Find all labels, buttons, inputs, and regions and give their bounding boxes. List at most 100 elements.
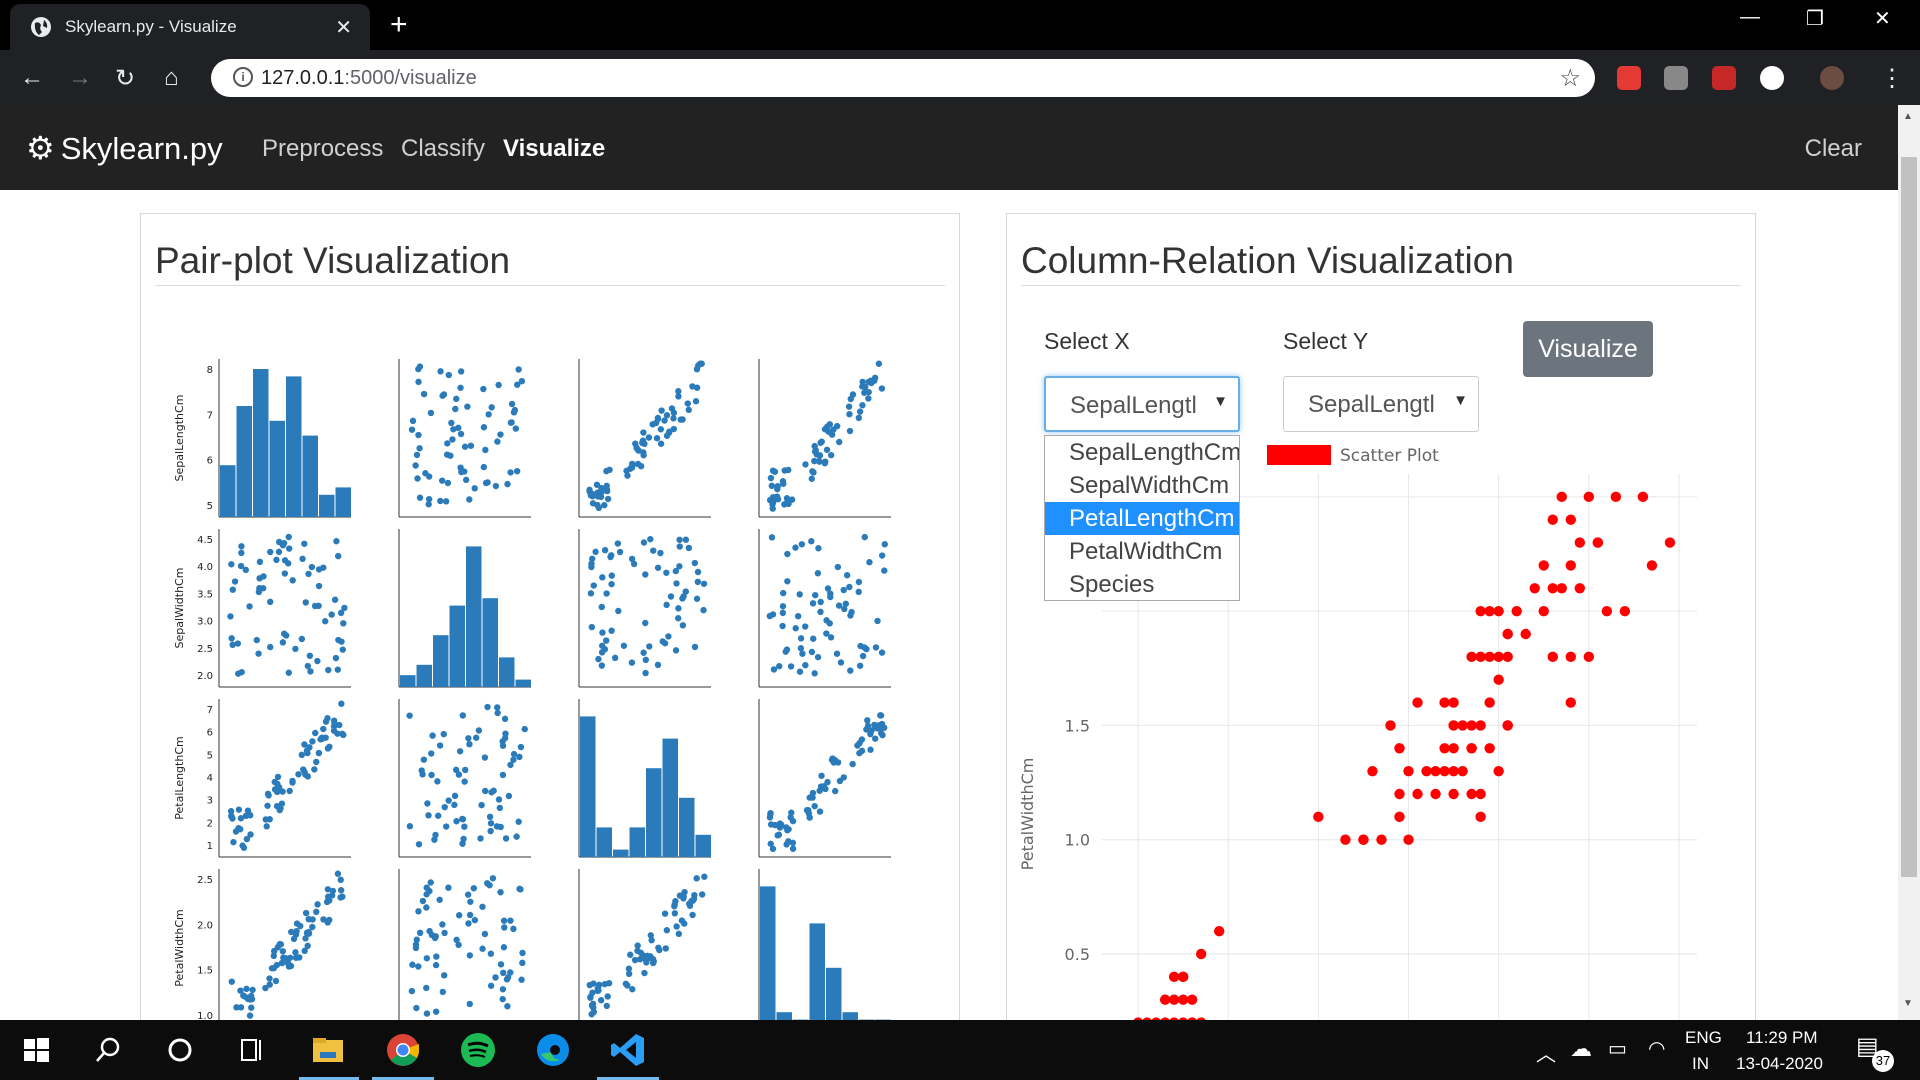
pairplot-hist-bar xyxy=(826,967,842,1027)
info-icon[interactable]: i xyxy=(233,67,253,87)
pairplot-point xyxy=(855,414,863,422)
back-icon[interactable]: ← xyxy=(20,64,44,92)
pairplot-hist-bar xyxy=(269,420,285,517)
pairplot-point xyxy=(814,570,822,577)
nav-classify[interactable]: Classify xyxy=(401,135,485,163)
tab-close-icon[interactable]: ✕ xyxy=(335,15,352,40)
select-x-dropdown[interactable]: SepalLengthCm SepalWidthCm PetalLengthCm… xyxy=(1044,435,1240,601)
pairplot-hist-bar xyxy=(646,768,662,857)
pairplot-point xyxy=(774,482,781,490)
pairplot-point xyxy=(423,984,430,992)
address-bar[interactable]: i 127.0.0.1:5000/visualize ☆ xyxy=(211,59,1595,97)
pairplot-point xyxy=(879,731,886,739)
brand[interactable]: ⚙ Skylearn.py xyxy=(26,129,223,167)
visualize-button[interactable]: Visualize xyxy=(1523,321,1653,377)
home-icon[interactable]: ⌂ xyxy=(164,64,179,92)
pairplot-point xyxy=(426,887,433,895)
option-sepalwidthcm[interactable]: SepalWidthCm xyxy=(1045,469,1239,502)
pairplot-point xyxy=(311,766,318,773)
tray-chevron-icon[interactable]: ︿ xyxy=(1536,1038,1556,1067)
reload-icon[interactable]: ↻ xyxy=(115,64,135,93)
forward-icon[interactable]: → xyxy=(68,64,92,92)
extension-pocket-icon[interactable] xyxy=(1712,66,1736,90)
menu-dots-icon[interactable]: ⋮ xyxy=(1880,64,1904,93)
scrollbar-thumb[interactable] xyxy=(1901,157,1917,877)
minimize-icon[interactable]: — xyxy=(1740,6,1760,29)
option-petallengthcm[interactable]: PetalLengthCm xyxy=(1045,502,1239,535)
pairplot-point xyxy=(453,936,460,944)
window-close-icon[interactable]: ✕ xyxy=(1874,6,1891,31)
option-species[interactable]: Species xyxy=(1045,568,1239,600)
pairplot-hist-bar xyxy=(236,406,252,517)
pairplot-tick-label: 7 xyxy=(207,410,213,421)
pairplot-point xyxy=(487,950,495,957)
battery-icon[interactable]: ▭ xyxy=(1608,1036,1627,1061)
cortana-icon[interactable] xyxy=(160,1030,200,1070)
pairplot-point xyxy=(497,889,504,896)
select-x[interactable]: SepalLengtl ▼ xyxy=(1044,376,1240,432)
pairplot-point xyxy=(475,727,483,734)
pairplot-point xyxy=(413,451,421,459)
onedrive-icon[interactable]: ☁ xyxy=(1570,1036,1592,1062)
pairplot-tick-label: 4 xyxy=(207,773,213,784)
pairplot-hist-bar xyxy=(760,886,776,1027)
select-y[interactable]: SepalLengtl ▼ xyxy=(1283,376,1479,432)
language-region[interactable]: IN xyxy=(1692,1054,1709,1074)
pairplot-point xyxy=(452,405,459,413)
extension-circle-icon[interactable] xyxy=(1760,66,1784,90)
wifi-icon[interactable]: ◠ xyxy=(1648,1036,1665,1061)
nav-visualize[interactable]: Visualize xyxy=(503,135,605,163)
pairplot-point xyxy=(671,910,679,917)
pairplot-hist-bar xyxy=(319,494,335,517)
pairplot-point xyxy=(462,766,469,774)
search-icon[interactable] xyxy=(88,1030,128,1070)
pairplot-point xyxy=(847,612,854,619)
scatter-legend-swatch xyxy=(1267,445,1331,465)
bookmark-star-icon[interactable]: ☆ xyxy=(1559,64,1581,93)
pairplot-point xyxy=(815,545,822,552)
profile-avatar[interactable] xyxy=(1820,66,1844,90)
pairplot-point xyxy=(499,771,507,779)
scroll-up-icon[interactable]: ▲ xyxy=(1903,111,1913,122)
vscode-icon[interactable] xyxy=(608,1030,648,1070)
pairplot-point xyxy=(511,406,519,414)
pairplot-point xyxy=(299,555,306,563)
task-view-icon[interactable] xyxy=(232,1030,272,1070)
pairplot-point xyxy=(673,580,680,587)
pairplot-point xyxy=(859,378,866,386)
extension-shield-icon[interactable] xyxy=(1617,66,1641,90)
spotify-icon[interactable] xyxy=(458,1030,498,1070)
pairplot-point xyxy=(449,436,456,443)
option-petalwidthcm[interactable]: PetalWidthCm xyxy=(1045,535,1239,568)
extension-h-icon[interactable] xyxy=(1664,66,1688,90)
clock-date[interactable]: 13-04-2020 xyxy=(1736,1054,1823,1074)
scatter-point xyxy=(1448,788,1459,800)
option-sepallengthcm[interactable]: SepalLengthCm xyxy=(1045,436,1239,469)
windows-start-icon[interactable] xyxy=(16,1030,56,1070)
edge-icon[interactable] xyxy=(533,1030,573,1070)
browser-tab[interactable]: Skylearn.py - Visualize ✕ xyxy=(10,4,370,50)
pairplot-point xyxy=(331,596,339,603)
page-scrollbar[interactable]: ▲ ▼ xyxy=(1898,105,1920,1020)
pairplot-point xyxy=(415,841,423,848)
file-explorer-icon[interactable] xyxy=(308,1030,348,1070)
pairplot-point xyxy=(338,700,345,707)
pairplot-point xyxy=(457,464,464,471)
pairplot-point xyxy=(420,390,428,398)
scatter-point xyxy=(1520,628,1531,640)
pairplot-point xyxy=(675,930,683,938)
clear-link[interactable]: Clear xyxy=(1805,135,1862,163)
pairplot-point xyxy=(444,440,451,447)
new-tab-icon[interactable]: + xyxy=(390,8,408,42)
pairplot-point xyxy=(437,368,444,375)
language-code[interactable]: ENG xyxy=(1685,1028,1722,1048)
pairplot-axis-label: PetalWidthCm xyxy=(173,909,186,986)
clock-time[interactable]: 11:29 PM xyxy=(1746,1028,1818,1048)
restore-icon[interactable]: ❐ xyxy=(1806,6,1824,31)
pairplot-point xyxy=(464,403,471,410)
pairplot-point xyxy=(415,365,422,373)
scatter-point xyxy=(1457,765,1468,777)
chrome-icon[interactable] xyxy=(383,1030,423,1070)
scroll-down-icon[interactable]: ▼ xyxy=(1903,998,1913,1009)
nav-preprocess[interactable]: Preprocess xyxy=(262,135,383,163)
